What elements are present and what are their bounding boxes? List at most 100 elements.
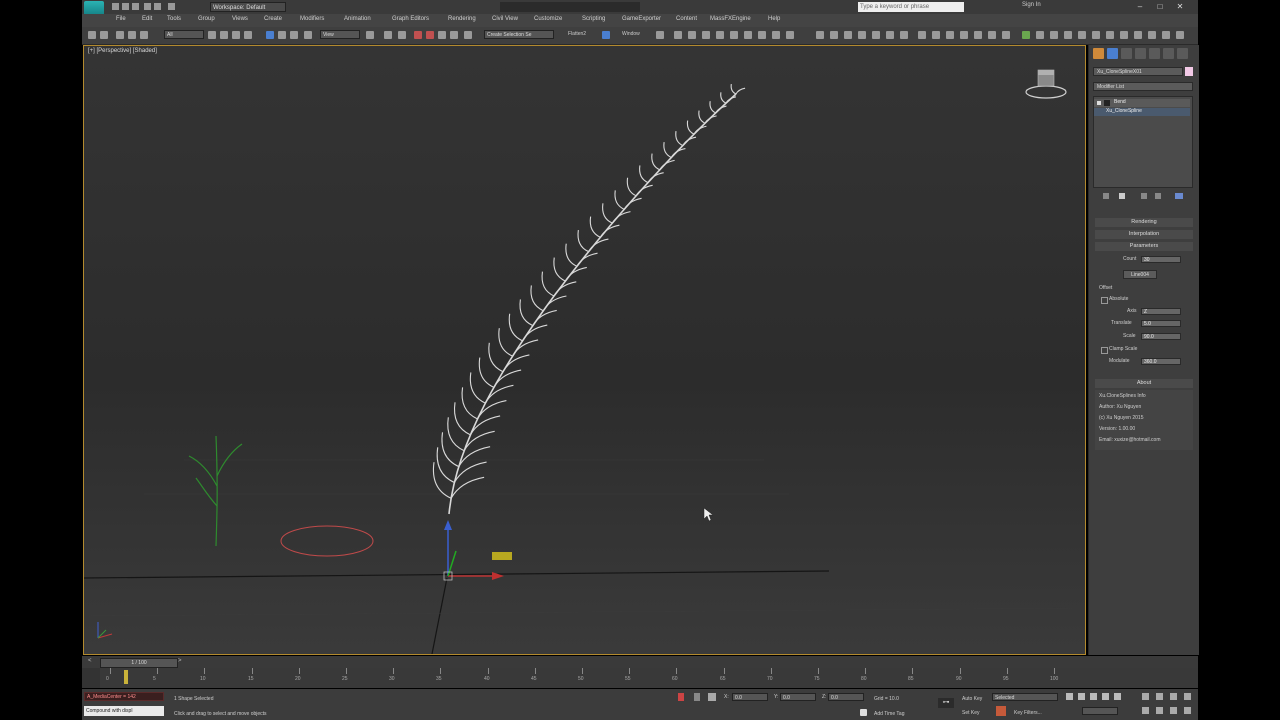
modify-tab-icon[interactable] [1107,48,1118,59]
stack-item-bend[interactable]: Bend [1114,99,1126,105]
viewcube-icon[interactable] [1024,66,1068,100]
menu-create[interactable]: Create [264,16,282,22]
redo-icon[interactable] [100,31,108,39]
expand-icon[interactable] [1097,101,1101,105]
snap-icon[interactable] [414,31,422,39]
orbit-icon[interactable] [1170,707,1177,714]
named-selection-select[interactable]: Create Selection Se [484,30,554,39]
material-editor-icon[interactable] [744,31,752,39]
stack-item-base-row[interactable]: Xu_CloneSpline [1094,108,1190,116]
render-icon[interactable] [786,31,794,39]
axis-spinner[interactable]: Z [1141,308,1181,315]
menu-civil-view[interactable]: Civil View [492,16,518,22]
isolate-icon[interactable] [694,693,700,701]
goto-start-icon[interactable] [1066,693,1073,700]
goto-end-icon[interactable] [1114,693,1121,700]
toolbar-extra-12-icon[interactable] [974,31,982,39]
play-icon[interactable] [1090,693,1097,700]
select-by-name-icon[interactable] [220,31,228,39]
count-spinner[interactable]: 30 [1141,256,1181,263]
menu-graph-editors[interactable]: Graph Editors [392,16,429,22]
menu-gameexporter[interactable]: GameExporter [622,16,661,22]
fov-icon[interactable] [1142,707,1149,714]
keyboard-shortcut-icon[interactable] [398,31,406,39]
rollout-parameters[interactable]: Parameters [1095,242,1193,251]
time-slider-thumb[interactable]: 1 / 100 [100,658,178,668]
menu-help[interactable]: Help [768,16,780,22]
toolbar-extra-9-icon[interactable] [932,31,940,39]
toolbar-extra-15-icon[interactable] [1022,31,1030,39]
spinner-snap-icon[interactable] [450,31,458,39]
rollout-interpolation[interactable]: Interpolation [1095,230,1193,239]
perspective-viewport[interactable]: [+] [Perspective] [Shaded] [83,45,1086,655]
ref-coord-select[interactable]: View [320,30,360,39]
bulb-icon[interactable] [1104,100,1110,106]
set-key-button[interactable]: Set Key [962,710,980,716]
zoom-icon[interactable] [1142,693,1149,700]
rollout-about[interactable]: About [1095,379,1193,388]
toolbar-extra-10-icon[interactable] [946,31,954,39]
workspace-select[interactable]: Workspace: Default [210,2,286,12]
motion-tab-icon[interactable] [1135,48,1146,59]
save-icon[interactable] [132,3,139,10]
utilities-tab-icon[interactable] [1163,48,1174,59]
toolbar-extra-7-icon[interactable] [900,31,908,39]
toolbar-extra-5-icon[interactable] [872,31,880,39]
modifier-list-select[interactable]: Modifier List [1093,82,1193,91]
menu-massfx[interactable]: MassFXEngine [710,16,751,22]
menu-content[interactable]: Content [676,16,697,22]
toolbar-extra-8-icon[interactable] [918,31,926,39]
menu-edit[interactable]: Edit [142,16,152,22]
translate-spinner[interactable]: 5.0 [1141,320,1181,327]
pivot-icon[interactable] [366,31,374,39]
menu-file[interactable]: File [116,16,126,22]
menu-views[interactable]: Views [232,16,248,22]
menu-modifiers[interactable]: Modifiers [300,16,324,22]
toolbar-extra-24-icon[interactable] [1148,31,1156,39]
stack-item-base[interactable]: Xu_CloneSpline [1106,108,1142,114]
toolbar-extra-11-icon[interactable] [960,31,968,39]
selection-filter-select[interactable]: All [164,30,204,39]
prev-frame-icon[interactable] [1078,693,1085,700]
angle-snap-icon[interactable] [426,31,434,39]
current-frame-field[interactable] [1082,707,1118,715]
next-frame-icon[interactable] [1102,693,1109,700]
undo-icon[interactable] [88,31,96,39]
zoom-extents-icon[interactable] [1170,693,1177,700]
sign-in-link[interactable]: Sign In [1022,2,1041,8]
close-icon[interactable]: ✕ [1170,1,1190,12]
menu-customize[interactable]: Customize [534,16,562,22]
toolbar-extra-3-icon[interactable] [844,31,852,39]
toolbar-extra-2-icon[interactable] [830,31,838,39]
toolbar-extra-17-icon[interactable] [1050,31,1058,39]
flatten-label[interactable]: Flatten2 [568,31,586,37]
track-bar[interactable]: 0 5 10 15 20 25 30 35 40 45 50 55 60 65 70 75 80 85 90 95 10… [82,668,1198,688]
select-icon[interactable] [208,31,216,39]
zoom-extents-all-icon[interactable] [1184,693,1191,700]
z-coord-field[interactable]: 0.0 [828,693,864,701]
menu-tools[interactable]: Tools [167,16,181,22]
create-tab-icon[interactable] [1093,48,1104,59]
toolbar-extra-22-icon[interactable] [1120,31,1128,39]
key-mode-icon[interactable]: ⊶ [938,698,954,708]
configure-sets-icon[interactable] [1175,193,1183,199]
maximize-viewport-icon[interactable] [1184,707,1191,714]
toolbar-extra-19-icon[interactable] [1078,31,1086,39]
key-set-select[interactable]: Selected [992,693,1058,701]
toolbar-extra-25-icon[interactable] [1162,31,1170,39]
key-filters-button[interactable]: Key Filters... [1014,710,1042,716]
modulate-spinner[interactable]: 360.0 [1141,358,1181,365]
toolbar-extra-6-icon[interactable] [886,31,894,39]
toolbar-icon-blue[interactable] [602,31,610,39]
x-coord-field[interactable]: 0.0 [732,693,768,701]
absolute-checkbox[interactable] [1101,297,1108,304]
align-icon[interactable] [674,31,682,39]
layer-icon[interactable] [688,31,696,39]
add-time-tag-button[interactable]: Add Time Tag [874,711,904,717]
maximize-icon[interactable]: □ [1150,1,1170,12]
pin-stack-icon[interactable] [1103,193,1109,199]
menu-rendering[interactable]: Rendering [448,16,476,22]
zoom-all-icon[interactable] [1156,693,1163,700]
region-icon[interactable] [232,31,240,39]
render-frame-icon[interactable] [772,31,780,39]
